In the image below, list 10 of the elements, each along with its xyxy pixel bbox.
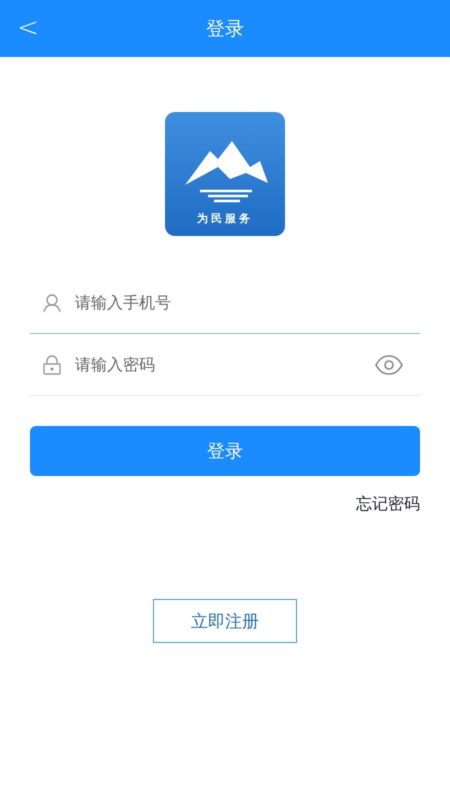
back-button[interactable]: <: [10, 8, 46, 48]
user-icon: [42, 293, 62, 313]
lock-icon: [42, 355, 62, 375]
eye-icon[interactable]: [374, 354, 404, 376]
logo-caption: 为民服务: [197, 211, 253, 226]
register-button[interactable]: 立即注册: [153, 599, 297, 643]
login-button[interactable]: 登录: [30, 426, 420, 476]
forgot-password-link[interactable]: 忘记密码: [356, 494, 420, 515]
input-field[interactable]: 请输入手机号: [30, 272, 420, 334]
page-title: 登录: [206, 16, 244, 42]
